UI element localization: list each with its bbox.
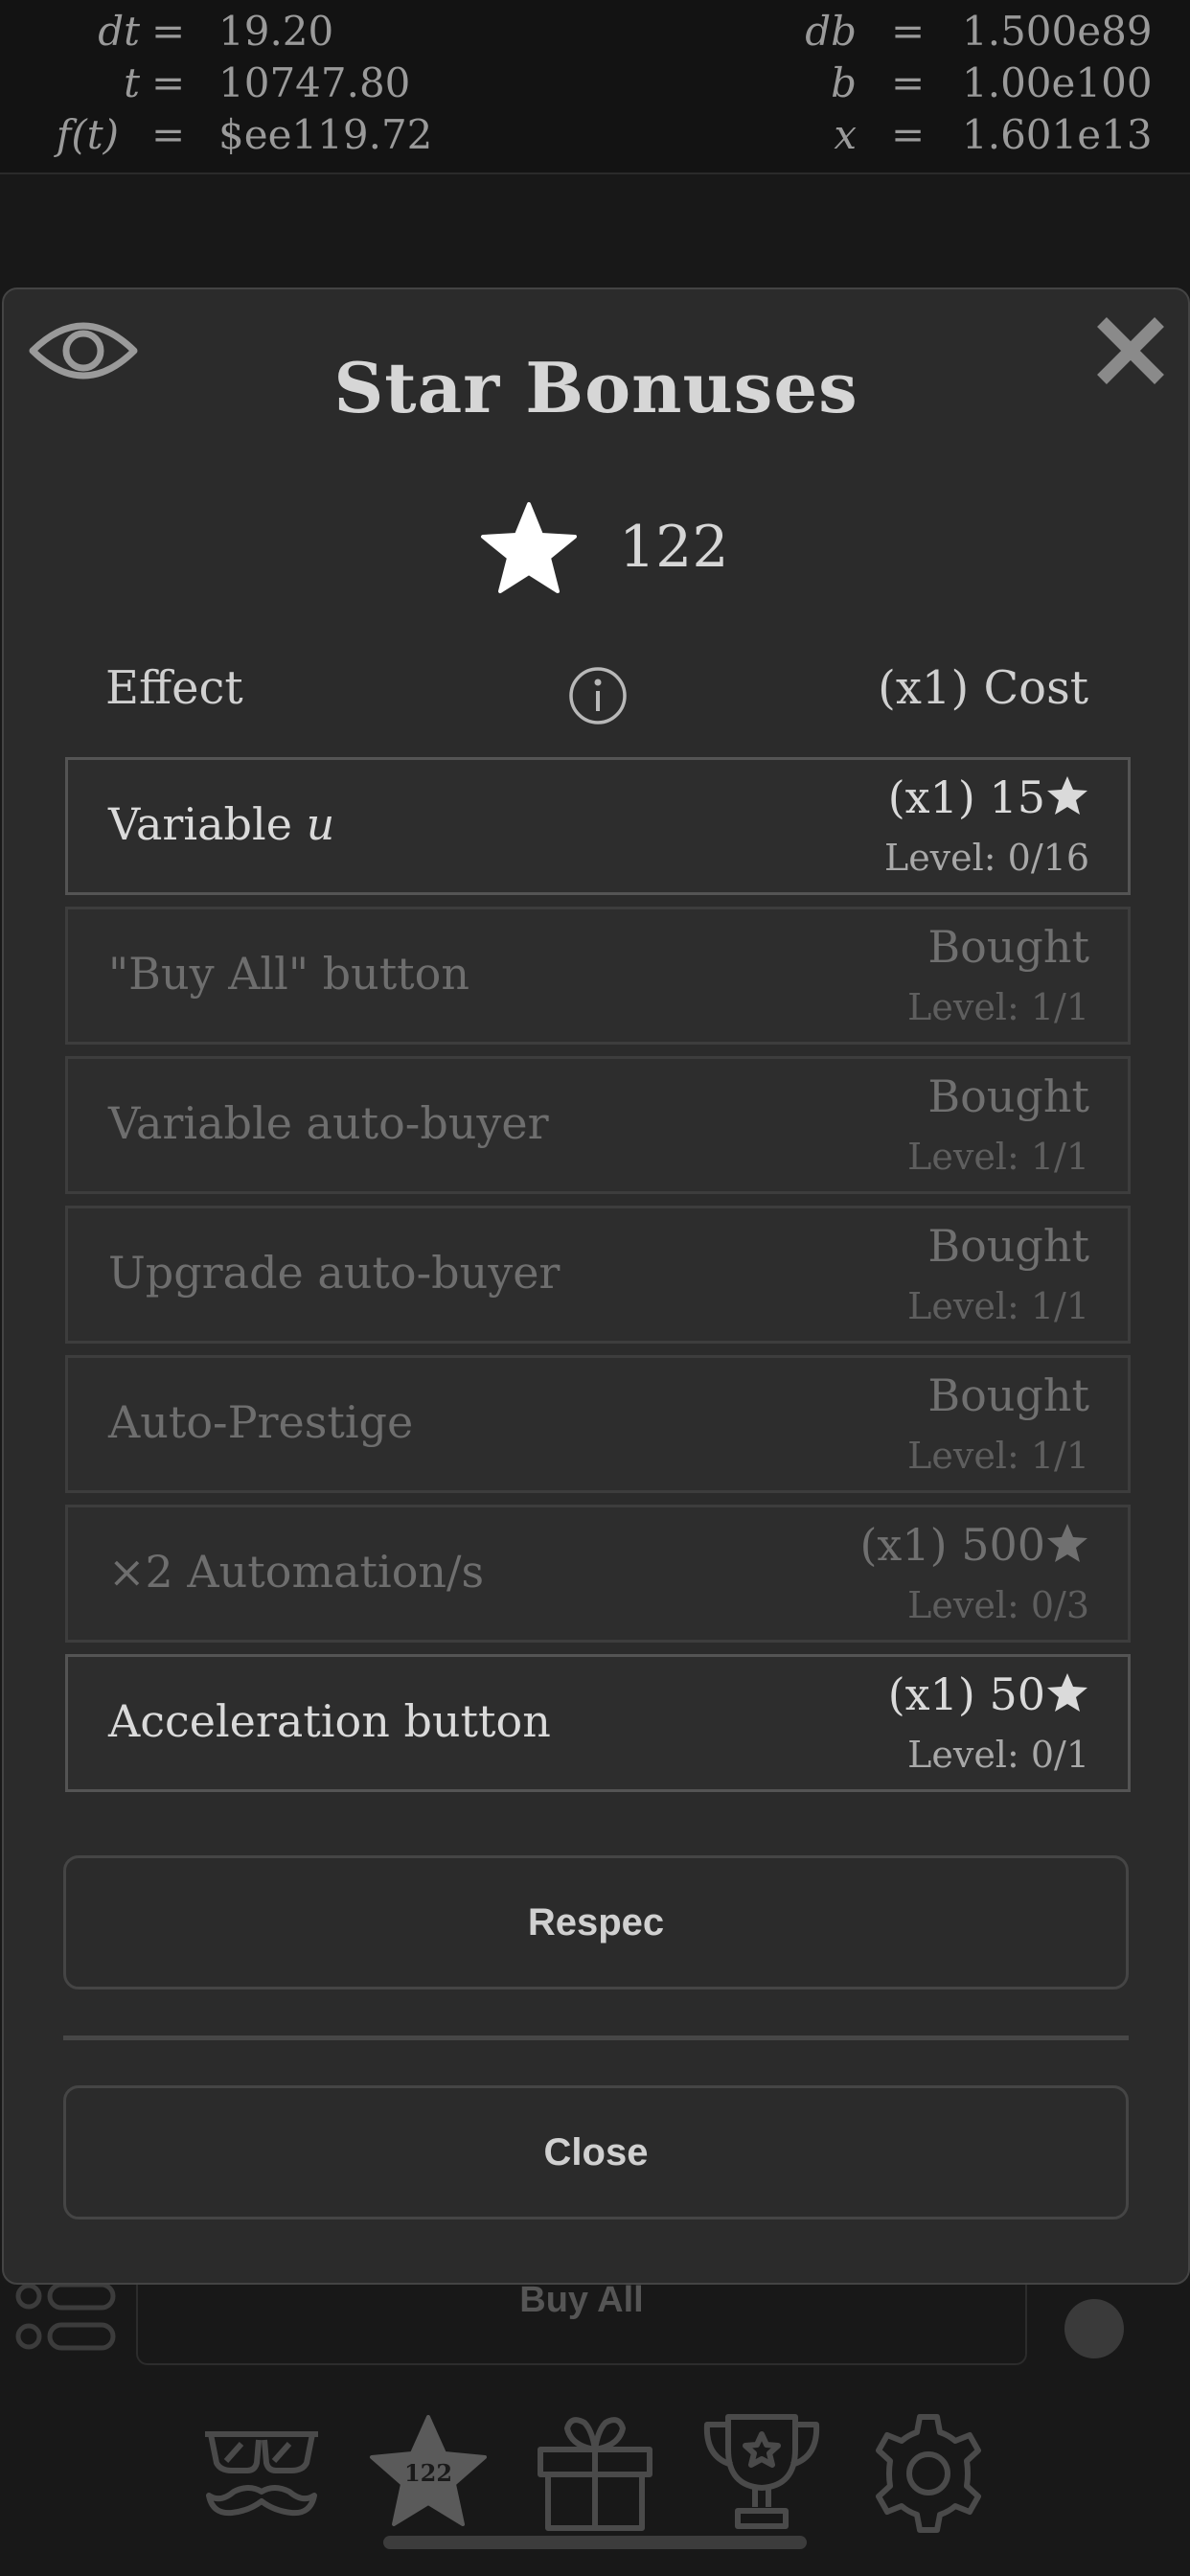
equation-db: db = 1.500e89 bbox=[0, 8, 1190, 59]
bonus-effect-variable: u bbox=[306, 798, 335, 850]
bonus-cost-text: (x1) 15 bbox=[887, 771, 1045, 823]
star-icon bbox=[481, 502, 577, 593]
equation-lhs: x bbox=[834, 111, 857, 158]
bonus-level: Level: 1/1 bbox=[907, 1136, 1089, 1178]
modal-title: Star Bonuses bbox=[333, 347, 858, 428]
star-tab-badge: 122 bbox=[404, 2459, 452, 2487]
info-icon[interactable] bbox=[567, 665, 629, 726]
respec-button[interactable]: Respec bbox=[63, 1855, 1129, 1990]
bonus-cost-text: (x1) 50 bbox=[887, 1668, 1045, 1720]
equation-x: x = 1.601e13 bbox=[0, 111, 1190, 163]
home-indicator bbox=[383, 2536, 807, 2549]
star-icon bbox=[1047, 1673, 1087, 1712]
bonus-effect: Variable u bbox=[108, 798, 334, 850]
bonus-level: Level: 0/16 bbox=[883, 837, 1089, 879]
bonus-effect: ×2 Automation/s bbox=[108, 1546, 485, 1598]
bonus-cost: Bought bbox=[927, 1070, 1089, 1122]
bonus-row-auto-prestige[interactable]: Auto-Prestige Bought Level: 1/1 bbox=[65, 1355, 1131, 1493]
bonus-row-buy-all[interactable]: "Buy All" button Bought Level: 1/1 bbox=[65, 907, 1131, 1045]
list-icon[interactable] bbox=[13, 2279, 119, 2356]
bonus-row-acceleration-button[interactable]: Acceleration button (x1) 50 Level: 0/1 bbox=[65, 1654, 1131, 1792]
bonus-effect: Acceleration button bbox=[108, 1695, 551, 1747]
gift-icon[interactable] bbox=[533, 2411, 657, 2536]
equation-header: dt = 19.20 t = 10747.80 f(t) = $ee119.72… bbox=[0, 0, 1190, 174]
bonus-level: Level: 0/1 bbox=[907, 1734, 1089, 1776]
bonus-cost: (x1) 15 bbox=[888, 771, 1089, 823]
equation-lhs: db bbox=[805, 8, 857, 55]
star-bonuses-modal: Star Bonuses 122 Effect (x1) Cost Variab… bbox=[2, 288, 1190, 2285]
equation-rhs: 1.500e89 bbox=[962, 8, 1153, 55]
bonus-cost: Bought bbox=[927, 1220, 1089, 1272]
close-button[interactable]: Close bbox=[63, 2085, 1129, 2220]
bonus-cost: (x1) 500 bbox=[859, 1519, 1089, 1571]
star-balance: 122 bbox=[4, 500, 1188, 596]
star-count: 122 bbox=[619, 514, 729, 581]
equation-rhs: 1.601e13 bbox=[962, 111, 1153, 158]
star-icon bbox=[1047, 776, 1087, 815]
bonus-effect: Auto-Prestige bbox=[108, 1396, 414, 1448]
bonus-level: Level: 0/3 bbox=[907, 1584, 1089, 1626]
star-tab-icon[interactable]: 122 bbox=[366, 2411, 491, 2536]
equation-equals: = bbox=[891, 8, 926, 55]
equation-equals: = bbox=[891, 59, 926, 106]
bonus-effect: Upgrade auto-buyer bbox=[108, 1247, 561, 1299]
equation-rhs: 1.00e100 bbox=[962, 59, 1153, 106]
bonus-level: Level: 1/1 bbox=[907, 1435, 1089, 1477]
bonus-row-variable-u[interactable]: Variable u (x1) 15 Level: 0/16 bbox=[65, 757, 1131, 895]
divider bbox=[63, 2036, 1129, 2040]
equation-lhs: b bbox=[831, 59, 857, 106]
effect-column-header: Effect bbox=[105, 661, 243, 715]
equation-equals: = bbox=[891, 111, 926, 158]
bonus-row-variable-auto-buyer[interactable]: Variable auto-buyer Bought Level: 1/1 bbox=[65, 1056, 1131, 1194]
bonus-level: Level: 1/1 bbox=[907, 986, 1089, 1028]
toggle-button[interactable] bbox=[1064, 2299, 1124, 2358]
glasses-mustache-icon[interactable] bbox=[199, 2411, 324, 2536]
bonus-cost: (x1) 50 bbox=[888, 1668, 1089, 1720]
bonus-cost: Bought bbox=[927, 921, 1089, 973]
bonus-cost: Bought bbox=[927, 1369, 1089, 1421]
bonus-level: Level: 1/1 bbox=[907, 1285, 1089, 1327]
bonus-cost-text: (x1) 500 bbox=[859, 1519, 1045, 1571]
cost-column-header: (x1) Cost bbox=[878, 661, 1088, 715]
bonus-effect: Variable auto-buyer bbox=[108, 1097, 549, 1149]
bonus-effect: "Buy All" button bbox=[108, 948, 469, 1000]
gear-icon[interactable] bbox=[866, 2411, 991, 2536]
trophy-icon[interactable] bbox=[699, 2411, 824, 2536]
bonus-row-automation-speed[interactable]: ×2 Automation/s (x1) 500 Level: 0/3 bbox=[65, 1505, 1131, 1643]
bonus-row-upgrade-auto-buyer[interactable]: Upgrade auto-buyer Bought Level: 1/1 bbox=[65, 1206, 1131, 1344]
equation-b: b = 1.00e100 bbox=[0, 59, 1190, 111]
star-icon bbox=[1047, 1524, 1087, 1562]
bonus-effect-text: Variable bbox=[108, 798, 307, 850]
